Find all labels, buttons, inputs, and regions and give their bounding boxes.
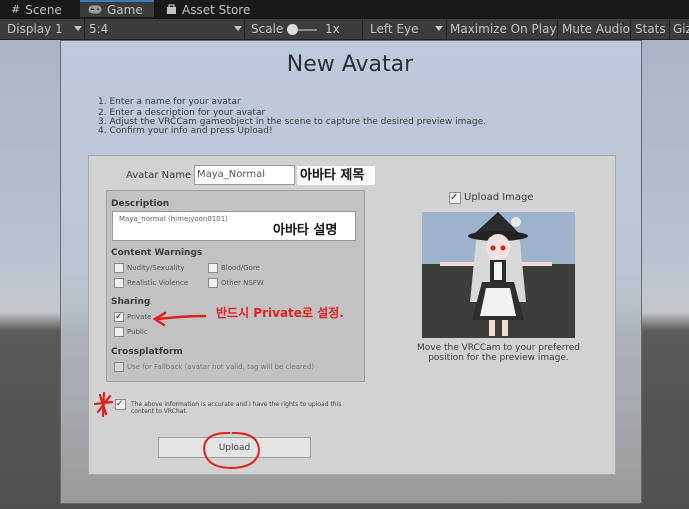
instruction-1: 1. Enter a name for your avatar — [98, 97, 241, 107]
upload-button[interactable]: Upload — [158, 437, 311, 458]
move-caption-1: Move the VRCCam to your preferred — [416, 343, 581, 353]
fallback-label: Use for Fallback (avatar not valid, tag … — [127, 363, 315, 371]
annotation-private-note: 반드시 Private로 설정. — [216, 306, 344, 320]
maximize-on-play-toggle[interactable]: Maximize On Play — [450, 19, 557, 39]
annotation-desc-note: 아바타 설명 — [273, 223, 338, 238]
public-checkbox[interactable] — [114, 327, 124, 337]
display-dropdown[interactable]: Display 1 — [0, 19, 84, 39]
private-label: Private — [127, 313, 152, 321]
tab-asset-store-label: Asset Store — [182, 2, 251, 17]
instruction-4: 4. Confirm your info and press Upload! — [98, 126, 273, 136]
other-nsfw-label: Other NSFW — [221, 279, 264, 287]
aspect-label: 5:4 — [89, 22, 109, 36]
check-icon: ✓ — [115, 312, 123, 322]
realistic-violence-label: Realistic Violence — [127, 279, 189, 287]
nudity-checkbox[interactable] — [114, 263, 124, 273]
avatar-name-label: Avatar Name — [126, 170, 192, 181]
tab-asset-store[interactable]: Asset Store — [166, 0, 250, 19]
avatar-preview-image — [422, 212, 575, 338]
display-label: Display 1 — [7, 22, 63, 36]
move-caption-2: position for the preview image. — [428, 353, 569, 363]
stats-toggle[interactable]: Stats — [635, 19, 666, 39]
blood-gore-label: Blood/Gore — [221, 264, 260, 272]
page-title: New Avatar — [286, 52, 414, 77]
agree-text: The above information is accurate and I … — [131, 401, 371, 415]
upload-image-label: Upload Image — [464, 192, 534, 203]
divider — [557, 19, 558, 39]
mute-audio-toggle[interactable]: Mute Audio — [562, 19, 630, 39]
description-label: Description — [111, 199, 170, 209]
crossplatform-label: Crossplatform — [111, 347, 183, 357]
scale-label: Scale — [251, 22, 284, 36]
chevron-down-icon — [435, 26, 443, 31]
chevron-down-icon — [74, 26, 82, 31]
chevron-down-icon — [234, 26, 242, 31]
description-value: Maya_normal (himejyoon0101) — [119, 215, 228, 223]
tab-scene-label: Scene — [25, 2, 62, 17]
divider — [244, 19, 245, 39]
eye-dropdown[interactable]: Left Eye — [363, 19, 445, 39]
sharing-label: Sharing — [111, 297, 151, 307]
public-label: Public — [127, 328, 148, 336]
game-toolbar: Display 1 5:4 Scale 1x Left Eye Maximize… — [0, 19, 689, 40]
store-icon — [166, 4, 177, 15]
aspect-dropdown[interactable]: 5:4 — [85, 19, 244, 39]
tab-scene[interactable]: # Scene — [11, 0, 62, 19]
tab-game-label: Game — [107, 2, 143, 17]
agree-text-line-1: The above information is accurate and I … — [131, 401, 342, 408]
gizmos-dropdown[interactable]: Giz — [673, 19, 689, 39]
nudity-label: Nudity/Sexuality — [127, 264, 185, 272]
fallback-checkbox[interactable] — [114, 362, 124, 372]
content-warnings-label: Content Warnings — [111, 248, 203, 258]
check-icon: ✓ — [450, 192, 459, 203]
scale-slider-knob[interactable] — [287, 24, 298, 35]
blood-gore-checkbox[interactable] — [208, 263, 218, 273]
hash-icon: # — [11, 3, 21, 16]
gamepad-icon — [88, 5, 102, 14]
editor-tab-bar: # Scene Game Asset Store — [0, 0, 689, 19]
eye-label: Left Eye — [370, 22, 419, 36]
agree-text-line-2: content to VRChat. — [131, 408, 188, 415]
other-nsfw-checkbox[interactable] — [208, 278, 218, 288]
scale-value: 1x — [325, 22, 340, 36]
divider — [669, 19, 670, 39]
realistic-violence-checkbox[interactable] — [114, 278, 124, 288]
check-icon: ✓ — [116, 399, 124, 409]
avatar-name-field[interactable]: Maya_Normal — [194, 165, 295, 185]
divider — [630, 19, 631, 39]
divider — [446, 19, 447, 39]
annotation-name-note: 아바타 제목 — [297, 166, 375, 185]
tab-game[interactable]: Game — [80, 0, 154, 17]
